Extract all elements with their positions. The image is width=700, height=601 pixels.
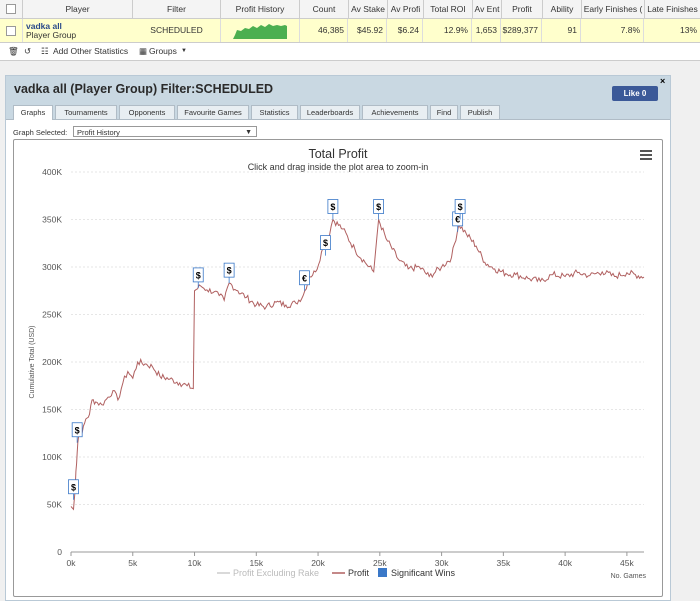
- x-tick-label: 45k: [620, 558, 634, 568]
- y-tick-label: 50K: [47, 500, 62, 510]
- chevron-down-icon: ▼: [245, 129, 252, 136]
- x-tick-label: 20k: [311, 558, 325, 568]
- cell-av-stake: $45.92: [349, 19, 387, 42]
- y-tick-label: 0: [57, 547, 62, 557]
- x-tick-label: 35k: [497, 558, 511, 568]
- significant-win-symbol: €: [302, 273, 307, 283]
- chart-container[interactable]: Total Profit Click and drag inside the p…: [13, 139, 663, 597]
- cell-av-ent: 1,653: [473, 19, 501, 42]
- add-stats-button[interactable]: Add Other Statistics: [53, 43, 128, 59]
- graph-select[interactable]: Profit History ▼: [73, 126, 257, 137]
- significant-win-symbol: $: [323, 238, 328, 248]
- x-tick-label: 15k: [249, 558, 263, 568]
- significant-win-symbol: $: [75, 425, 80, 435]
- add-stats-icon[interactable]: ☷: [41, 43, 49, 59]
- x-tick-label: 10k: [188, 558, 202, 568]
- refresh-icon[interactable]: ↺: [24, 43, 31, 59]
- column-header-count[interactable]: Count: [300, 0, 349, 18]
- column-header-av-profit[interactable]: Av Profi: [388, 0, 424, 18]
- facebook-like-button[interactable]: Like 0: [612, 86, 658, 101]
- x-axis-label: No. Games: [611, 573, 647, 580]
- column-header-late-finishes[interactable]: Late Finishes: [645, 0, 700, 18]
- player-type: Player Group: [26, 30, 77, 40]
- panel-header: vadka all (Player Group) Filter:SCHEDULE…: [6, 76, 670, 102]
- tab-find[interactable]: Find: [430, 105, 458, 119]
- stats-table: Player Filter Profit History Count Av St…: [0, 0, 700, 61]
- y-tick-label: 250K: [42, 310, 62, 320]
- column-header-profit-history[interactable]: Profit History: [221, 0, 300, 18]
- column-header-filter[interactable]: Filter: [133, 0, 221, 18]
- legend-label-significant-wins: Significant Wins: [391, 568, 456, 578]
- column-header-early-finishes[interactable]: Early Finishes (: [582, 0, 645, 18]
- x-tick-label: 5k: [128, 558, 138, 568]
- profit-chart[interactable]: 0 50K 100K 150K 200K 250K 300K 350K 400K 0k 5k 10k 1…: [14, 140, 662, 596]
- tab-statistics[interactable]: Statistics: [251, 105, 298, 119]
- header-select[interactable]: [0, 0, 23, 18]
- row-select[interactable]: [0, 19, 23, 42]
- cell-profit: $289,377: [502, 19, 542, 42]
- y-tick-label: 200K: [42, 357, 62, 367]
- legend-label-profit-excl-rake: Profit Excluding Rake: [233, 568, 319, 578]
- cell-early-finishes: 7.8%: [582, 19, 644, 42]
- profit-history-sparkline: [233, 24, 287, 39]
- y-tick-label: 150K: [42, 405, 62, 415]
- cell-av-profit: $6.24: [388, 19, 423, 42]
- column-header-av-stake[interactable]: Av Stake: [349, 0, 388, 18]
- column-header-player[interactable]: Player: [23, 0, 133, 18]
- close-icon[interactable]: ×: [660, 76, 665, 86]
- cell-late-finishes: 13%: [679, 25, 697, 35]
- tab-tournaments[interactable]: Tournaments: [55, 105, 117, 119]
- column-header-total-roi[interactable]: Total ROI: [424, 0, 473, 18]
- cell-profit-history: [221, 19, 300, 42]
- x-tick-label: 0k: [67, 558, 77, 568]
- significant-win-symbol: $: [227, 266, 232, 276]
- column-header-profit[interactable]: Profit: [502, 0, 543, 18]
- select-all-checkbox[interactable]: [6, 4, 16, 14]
- y-tick-label: 400K: [42, 167, 62, 177]
- x-tick-label: 25k: [373, 558, 387, 568]
- x-tick-label: 40k: [558, 558, 572, 568]
- panel-tabs: Graphs Tournaments Opponents Favourite G…: [6, 102, 670, 120]
- column-header-ability[interactable]: Ability: [543, 0, 582, 18]
- groups-icon[interactable]: ▦: [139, 43, 147, 59]
- cell-total-roi: 12.9%: [424, 19, 472, 42]
- y-tick-label: 100K: [42, 452, 62, 462]
- cell-count: 46,385: [300, 19, 348, 42]
- x-tick-label: 30k: [435, 558, 449, 568]
- sparkline-area: [233, 24, 287, 39]
- y-axis-label: Cumulative Total (USD): [29, 325, 36, 398]
- tab-favourite-games[interactable]: Favourite Games: [177, 105, 249, 119]
- significant-win-symbol: €: [455, 214, 460, 224]
- row-checkbox[interactable]: [6, 26, 16, 36]
- graph-select-value: Profit History: [77, 128, 120, 137]
- y-tick-label: 350K: [42, 215, 62, 225]
- graph-selected-label: Graph Selected:: [13, 128, 68, 137]
- table-row[interactable]: vadka all Player Group SCHEDULED 46,385 …: [0, 19, 700, 43]
- tab-graphs[interactable]: Graphs: [13, 105, 53, 120]
- table-toolbar: 🗑 ↺ ☷ Add Other Statistics ▦ Groups ▼: [0, 43, 700, 59]
- legend-swatch-significant-wins: [378, 568, 387, 577]
- profit-series-line: [70, 218, 645, 511]
- chevron-down-icon[interactable]: ▼: [181, 43, 187, 59]
- tab-opponents[interactable]: Opponents: [119, 105, 175, 119]
- significant-win-symbol: $: [71, 482, 76, 492]
- y-tick-label: 300K: [42, 262, 62, 272]
- tab-achievements[interactable]: Achievements: [362, 105, 428, 119]
- like-label: Like 0: [623, 89, 647, 98]
- panel-title: vadka all (Player Group) Filter:SCHEDULE…: [14, 82, 274, 96]
- column-header-av-ent[interactable]: Av Ent: [473, 0, 502, 18]
- groups-button[interactable]: Groups: [149, 43, 177, 59]
- cell-ability: 91: [543, 19, 581, 42]
- trash-icon[interactable]: 🗑: [8, 43, 19, 59]
- significant-win-symbol: $: [376, 202, 381, 212]
- cell-filter: SCHEDULED: [133, 19, 221, 42]
- tab-leaderboards[interactable]: Leaderboards: [300, 105, 360, 119]
- player-panel: vadka all (Player Group) Filter:SCHEDULE…: [5, 75, 671, 601]
- legend-label-profit: Profit: [348, 568, 370, 578]
- tab-publish[interactable]: Publish: [460, 105, 500, 119]
- significant-win-symbol: $: [196, 270, 201, 280]
- significant-win-symbol: $: [330, 202, 335, 212]
- table-header: Player Filter Profit History Count Av St…: [0, 0, 700, 19]
- significant-win-symbol: $: [458, 202, 463, 212]
